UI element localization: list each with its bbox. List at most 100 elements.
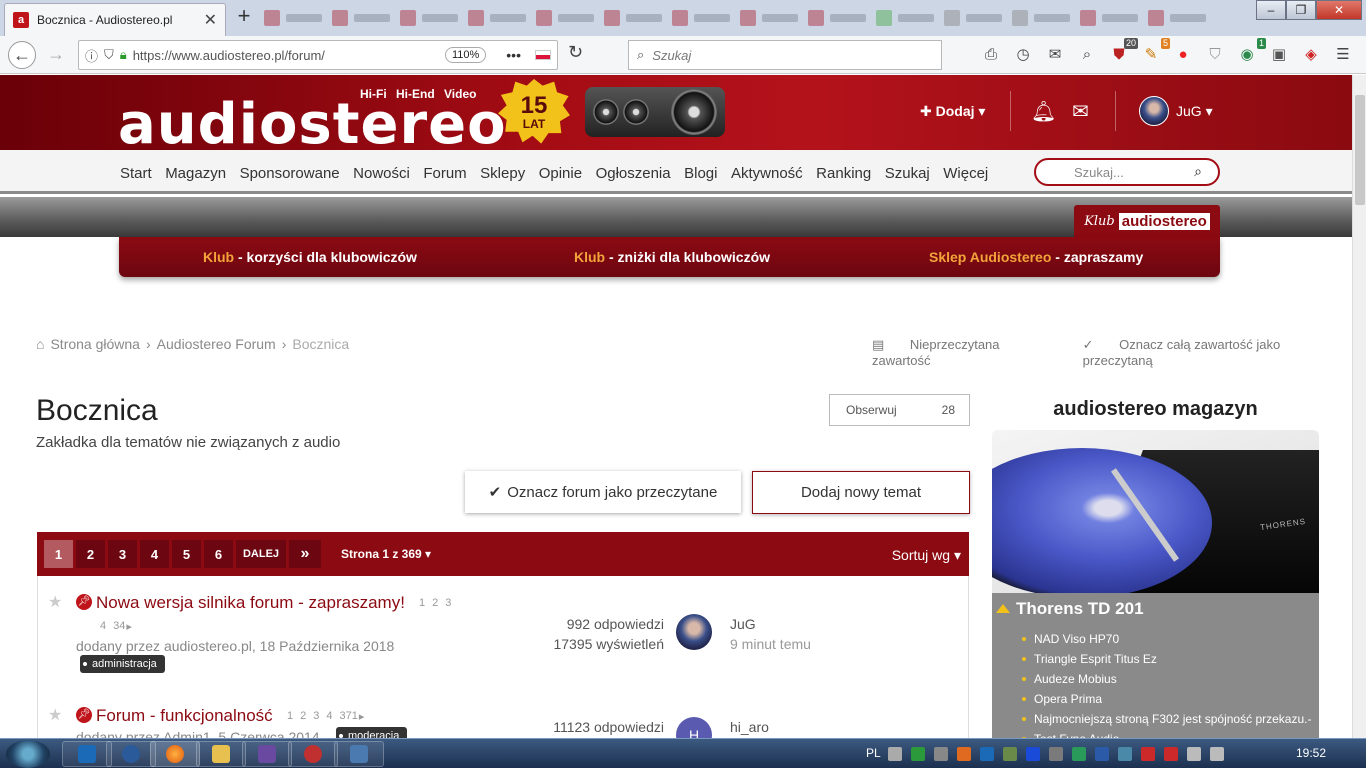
klub-link-benefits[interactable]: Klub - korzyści dla klubowiczów (203, 249, 417, 265)
last-poster-name[interactable]: JuG (730, 614, 811, 634)
tab-close-icon[interactable]: ✕ (204, 10, 217, 30)
extension-icon[interactable]: ◈ (1300, 44, 1322, 66)
minimize-button[interactable]: – (1256, 0, 1286, 20)
magazine-list-item[interactable]: Opera Prima (1022, 691, 1311, 711)
lock-icon[interactable]: 🔒︎ (120, 47, 127, 63)
new-topic-button[interactable]: Dodaj nowy temat (752, 471, 970, 514)
magazine-list-item[interactable]: Audeze Mobius (1022, 671, 1311, 691)
topic-page-link[interactable]: 3 (313, 710, 319, 723)
shield-icon[interactable]: ⛉ (1204, 44, 1226, 66)
nav-item-blogi[interactable]: Blogi (684, 165, 717, 182)
topic-tag[interactable]: moderacja (336, 727, 408, 738)
history-icon[interactable]: ◷ (1012, 44, 1034, 66)
mark-forum-read-button[interactable]: ✔ Oznacz forum jako przeczytane (465, 471, 741, 513)
maximize-button[interactable]: ❐ (1286, 0, 1316, 20)
bluetooth-icon[interactable] (1026, 747, 1040, 761)
mail-icon[interactable]: ✉ (1044, 44, 1066, 66)
new-tab-button[interactable]: + (232, 4, 256, 30)
site-search-input[interactable]: Szukaj... ⌕ (1034, 158, 1220, 186)
breadcrumb-home[interactable]: Strona główna (50, 336, 140, 352)
tray-app-icon[interactable] (1118, 747, 1132, 761)
browser-search-input[interactable]: ⌕ Szukaj (628, 40, 942, 70)
topic-page-link[interactable]: 1 (419, 597, 425, 609)
nav-item-sklepy[interactable]: Sklepy (480, 165, 525, 182)
page-button[interactable]: 2 (76, 540, 105, 568)
caret-right-icon[interactable]: ▸ (126, 620, 132, 633)
extension-icon[interactable]: ◉ 1 (1236, 38, 1266, 66)
network-icon[interactable] (1187, 747, 1201, 761)
taskbar-firefox[interactable] (150, 741, 200, 767)
background-tab[interactable] (944, 7, 1002, 29)
page-button[interactable]: 6 (204, 540, 233, 568)
tray-app-icon[interactable] (1164, 747, 1178, 761)
back-button[interactable]: ← (8, 41, 36, 69)
system-clock[interactable]: 19:52 (1296, 746, 1326, 760)
mark-all-read-link[interactable]: ✓ Oznacz całą zawartość jako przeczytaną (1083, 337, 1344, 368)
print-icon[interactable]: ⎙ (980, 44, 1002, 66)
tray-app-icon[interactable] (1049, 747, 1063, 761)
background-tab[interactable] (264, 7, 322, 29)
forward-button[interactable]: → (42, 41, 70, 69)
page-button[interactable]: 1 (44, 540, 73, 568)
tray-app-icon[interactable] (1095, 747, 1109, 761)
background-tab[interactable] (1080, 7, 1138, 29)
nav-item-aktywnosc[interactable]: Aktywność (731, 165, 803, 182)
star-icon[interactable]: ★ (48, 705, 62, 725)
info-icon[interactable]: ⓘ (85, 46, 98, 65)
topic-page-link[interactable]: 371 (340, 710, 358, 723)
unread-content-link[interactable]: ▤ Nieprzeczytana zawartość (872, 337, 1061, 368)
nav-item-forum[interactable]: Forum (423, 165, 466, 182)
topic-page-link[interactable]: 4 (100, 620, 106, 633)
site-logo[interactable]: audiostereo (118, 97, 507, 151)
tray-app-icon[interactable] (1003, 747, 1017, 761)
next-page-button[interactable]: DALEJ (236, 540, 286, 568)
taskbar-explorer[interactable] (196, 741, 246, 767)
magazine-list-item[interactable]: Najmocniejszą stroną F302 jest spójność … (1022, 711, 1311, 731)
page-scrollbar[interactable] (1352, 75, 1366, 738)
home-icon[interactable]: ⌂ (36, 336, 44, 352)
topic-tag[interactable]: administracja (80, 655, 165, 673)
background-tab[interactable] (604, 7, 662, 29)
background-tab[interactable] (332, 7, 390, 29)
tray-app-icon[interactable] (1141, 747, 1155, 761)
taskbar-app[interactable] (106, 741, 156, 767)
nav-item-start[interactable]: Start (120, 165, 152, 182)
yandex-icon[interactable]: ● (1172, 44, 1194, 66)
caret-right-icon[interactable]: ▸ (359, 710, 365, 723)
nav-item-opinie[interactable]: Opinie (539, 165, 582, 182)
sort-dropdown[interactable]: Sortuj wg ▾ (892, 547, 961, 564)
shield-tray-icon[interactable] (1072, 747, 1086, 761)
nav-item-magazyn[interactable]: Magazyn (165, 165, 226, 182)
last-poster-avatar[interactable] (676, 614, 712, 650)
taskbar-app[interactable] (288, 741, 338, 767)
taskbar-app[interactable] (334, 741, 384, 767)
user-avatar[interactable] (1139, 96, 1169, 126)
reload-icon[interactable]: ↻ (568, 42, 583, 63)
topic-title-link[interactable]: Nowa wersja silnika forum - zapraszamy! (96, 593, 405, 613)
star-icon[interactable]: ★ (48, 592, 62, 612)
background-tab[interactable] (1148, 7, 1206, 29)
nav-item-ogloszenia[interactable]: Ogłoszenia (596, 165, 671, 182)
zoom-level[interactable]: 110% (444, 47, 487, 63)
background-tab[interactable] (808, 7, 866, 29)
tray-app-icon[interactable] (934, 747, 948, 761)
nav-item-sponsorowane[interactable]: Sponsorowane (240, 165, 340, 182)
topic-page-link[interactable]: 4 (326, 710, 332, 723)
page-button[interactable]: 5 (172, 540, 201, 568)
tray-app-icon[interactable] (911, 747, 925, 761)
breadcrumb-forum[interactable]: Audiostereo Forum (157, 336, 276, 352)
page-button[interactable]: 4 (140, 540, 169, 568)
last-page-button[interactable]: » (289, 540, 321, 568)
background-tab[interactable] (1012, 7, 1070, 29)
page-actions-icon[interactable]: ••• (506, 47, 521, 63)
menu-icon[interactable]: ☰ (1332, 44, 1354, 66)
user-menu[interactable]: JuG ▾ (1176, 103, 1213, 120)
nav-item-nowosci[interactable]: Nowości (353, 165, 410, 182)
taskbar-app[interactable] (242, 741, 292, 767)
klub-audiostereo-logo[interactable]: Klub audiostereo (1074, 205, 1220, 237)
poland-flag-icon[interactable] (535, 50, 551, 60)
last-poster-name[interactable]: hi_aro (730, 717, 769, 737)
start-button[interactable] (6, 740, 50, 768)
klub-link-discounts[interactable]: Klub - zniżki dla klubowiczów (574, 249, 770, 265)
volume-icon[interactable] (1210, 747, 1224, 761)
